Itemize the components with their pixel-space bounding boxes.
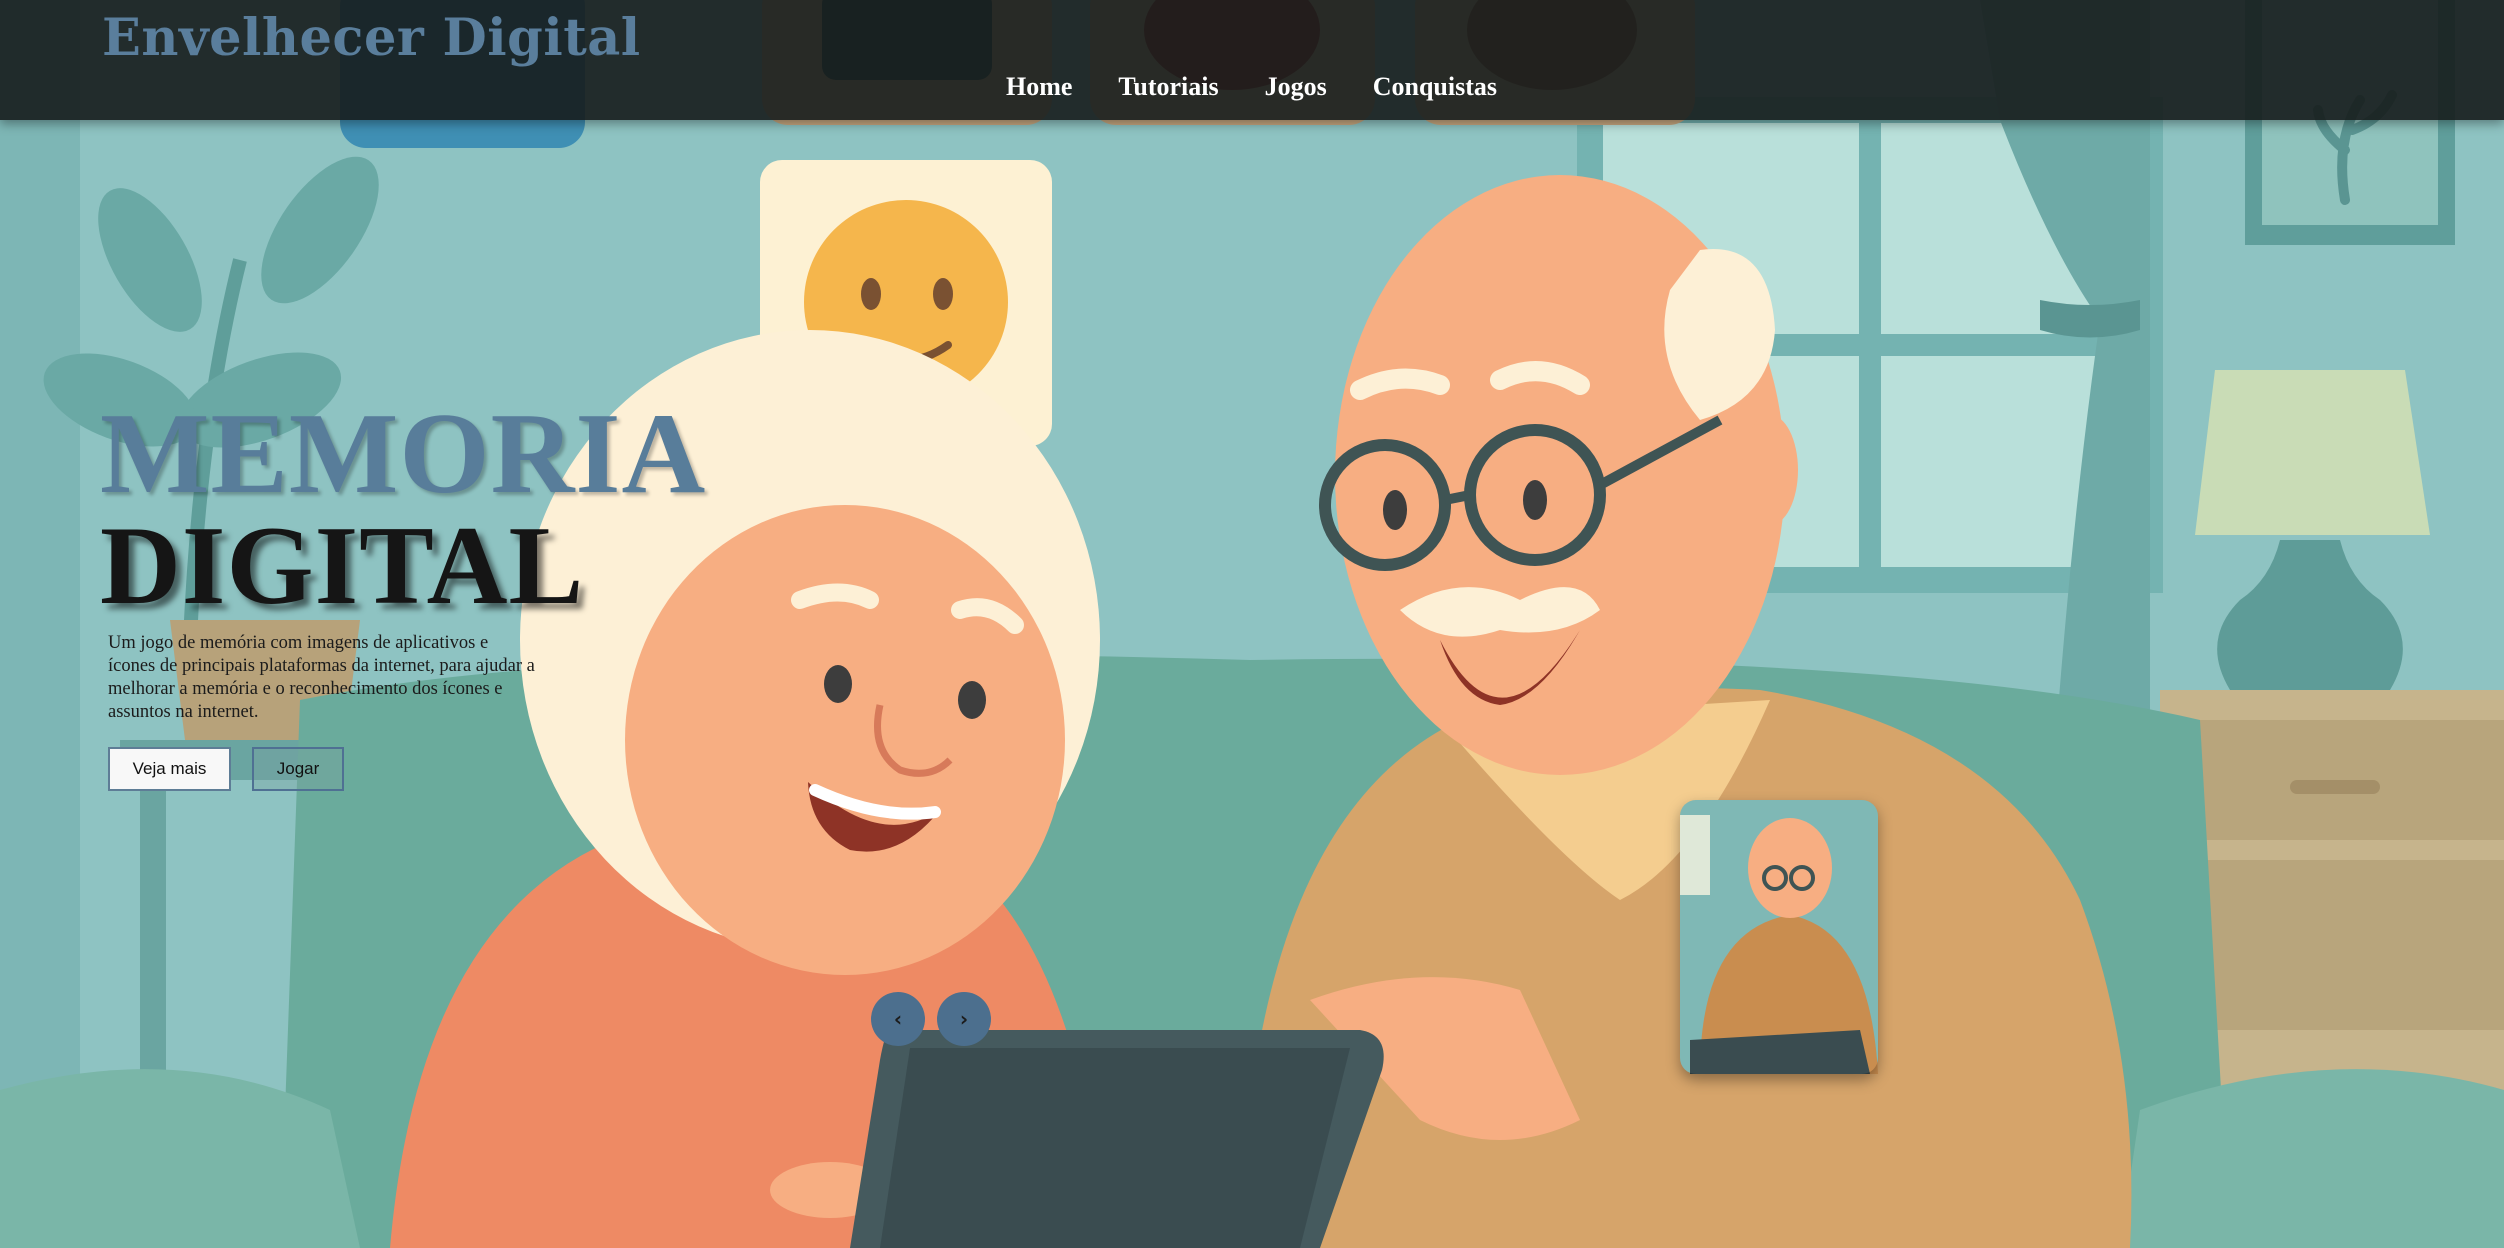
- play-button[interactable]: Jogar: [252, 747, 344, 791]
- slide-thumbnail[interactable]: [1680, 800, 1878, 1074]
- nav-link-conquistas[interactable]: Conquistas: [1373, 72, 1497, 102]
- nav-link-tutoriais[interactable]: Tutoriais: [1118, 72, 1218, 102]
- hero-title-line1: MEMORIA: [100, 390, 707, 518]
- hero-title-line2: DIGITAL: [100, 503, 585, 628]
- chevron-left-icon: ‹: [893, 1007, 903, 1031]
- see-more-button[interactable]: Veja mais: [108, 747, 231, 791]
- chevron-right-icon: ›: [959, 1007, 969, 1031]
- hero-description: Um jogo de memória com imagens de aplica…: [108, 633, 535, 722]
- top-navigation-bar: Envelhecer Digital Home Tutoriais Jogos …: [0, 0, 2504, 120]
- carousel-next-button[interactable]: ›: [937, 992, 991, 1046]
- nav-link-home[interactable]: Home: [1006, 72, 1072, 102]
- carousel-prev-button[interactable]: ‹: [871, 992, 925, 1046]
- nav-link-jogos[interactable]: Jogos: [1265, 72, 1327, 102]
- main-nav: Home Tutoriais Jogos Conquistas: [1006, 72, 1497, 102]
- hero-title: MEMORIA DIGITAL: [100, 390, 707, 628]
- site-logo[interactable]: Envelhecer Digital: [102, 8, 641, 68]
